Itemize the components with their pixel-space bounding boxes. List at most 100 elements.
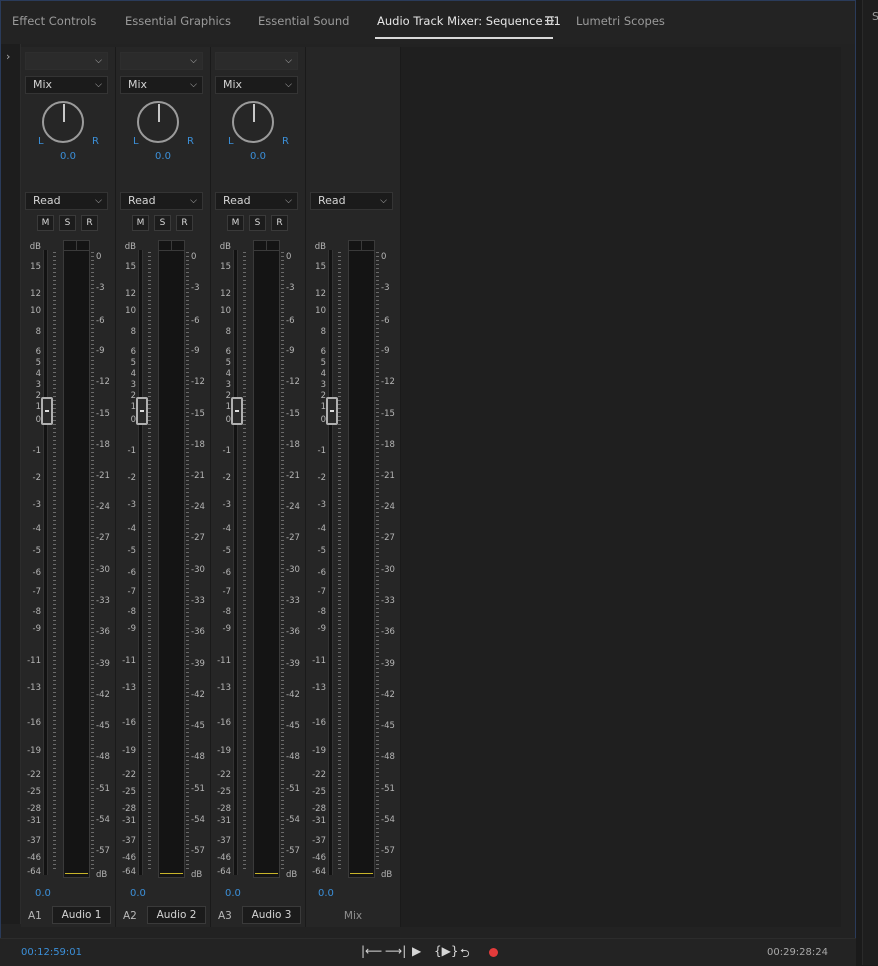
fader-scale-label: 5: [225, 358, 231, 368]
track-id: A1: [28, 910, 42, 922]
volume-fader-track[interactable]: [43, 250, 48, 875]
volume-value[interactable]: 0.0: [35, 888, 51, 899]
meter-scale-label: -39: [96, 659, 110, 669]
fader-scale-label: -1: [222, 446, 231, 456]
fader-scale-label: 8: [320, 327, 326, 337]
active-tab-indicator: [375, 37, 553, 39]
meter-scale-label: -27: [96, 533, 110, 543]
solo-button[interactable]: S: [249, 215, 266, 231]
track-name-field[interactable]: Audio 2: [147, 906, 206, 924]
volume-fader-track[interactable]: [328, 250, 333, 875]
volume-value[interactable]: 0.0: [130, 888, 146, 899]
fader-scale-label: -4: [317, 524, 326, 534]
fader-scale-label: -25: [27, 787, 41, 797]
fader-scale-label: 5: [35, 358, 41, 368]
volume-fader-handle[interactable]: [231, 397, 243, 425]
fader-ticks: [243, 252, 246, 872]
effects-expand-column: ›: [0, 44, 21, 924]
adjacent-panel-tab[interactable]: S: [872, 10, 878, 23]
current-timecode[interactable]: 00:12:59:01: [21, 947, 82, 958]
meter-scale-label: -18: [286, 440, 300, 450]
level-meter: [158, 240, 185, 878]
fader-scale-label: -19: [217, 746, 231, 756]
fader-scale-label: 4: [130, 369, 136, 379]
pan-knob[interactable]: [137, 101, 179, 143]
volume-fader-track[interactable]: [233, 250, 238, 875]
fader-scale-label: -31: [122, 816, 136, 826]
go-to-out-icon[interactable]: ⟶|: [385, 944, 406, 958]
fader-scale: dB 15 12 10 8 6 5 4 3 2 1 0 -1 -2 -3 -4 -5 -6 -7 -8 -9 -11 -13…: [306, 47, 328, 927]
meter-scale-label: -48: [191, 752, 205, 762]
volume-value[interactable]: 0.0: [318, 888, 334, 899]
fader-scale-label: 15: [315, 262, 326, 272]
volume-value[interactable]: 0.0: [225, 888, 241, 899]
meter-scale-label: -57: [381, 846, 395, 856]
fader-scale-label: -1: [317, 446, 326, 456]
sequence-duration: 00:29:28:24: [766, 947, 828, 958]
volume-fader-handle[interactable]: [136, 397, 148, 425]
fader-scale: dB 15 12 10 8 6 5 4 3 2 1 0 -1 -2 -3 -4 -5 -6 -7 -8 -9 -11 -13…: [21, 47, 43, 927]
volume-fader-track[interactable]: [138, 250, 143, 875]
meter-scale-label: -12: [191, 377, 205, 387]
fader-scale-label: -6: [127, 568, 136, 578]
volume-fader-handle[interactable]: [41, 397, 53, 425]
meter-scale-label: -30: [381, 565, 395, 575]
meter-scale-label: -51: [191, 784, 205, 794]
meter-level: [160, 873, 183, 874]
tab-essential-sound[interactable]: Essential Sound: [258, 14, 349, 28]
meter-scale-label: -15: [191, 409, 205, 419]
record-icon[interactable]: [489, 948, 498, 957]
meter-scale-label: -9: [381, 346, 390, 356]
go-to-in-icon[interactable]: |⟵: [361, 944, 382, 958]
solo-button[interactable]: S: [154, 215, 171, 231]
meter-scale-label: -9: [286, 346, 295, 356]
fader-scale-label: 3: [130, 380, 136, 390]
fader-scale-label: -25: [312, 787, 326, 797]
meter-level: [255, 873, 278, 874]
fader-scale-label: -7: [222, 587, 231, 597]
meter-scale-label: -54: [191, 815, 205, 825]
play-icon[interactable]: ▶: [412, 944, 421, 958]
meter-scale-label: -18: [381, 440, 395, 450]
tab-effect-controls[interactable]: Effect Controls: [12, 14, 96, 28]
track-name-field[interactable]: Audio 3: [242, 906, 301, 924]
fader-scale-label: -25: [217, 787, 231, 797]
tab-essential-graphics[interactable]: Essential Graphics: [125, 14, 231, 28]
solo-button[interactable]: S: [59, 215, 76, 231]
fader-scale-label: -2: [127, 473, 136, 483]
meter-scale-label: -48: [381, 752, 395, 762]
track-name-field[interactable]: Audio 1: [52, 906, 111, 924]
fader-scale-label: 4: [225, 369, 231, 379]
chevron-right-icon[interactable]: ›: [6, 50, 10, 63]
fader-scale-label: 12: [125, 289, 136, 299]
tab-lumetri-scopes[interactable]: Lumetri Scopes: [576, 14, 665, 28]
fader-scale-label: -64: [122, 867, 136, 877]
meter-scale-label: -3: [286, 283, 295, 293]
panel-menu-icon[interactable]: ☰: [544, 14, 555, 28]
meter-scale-label: -6: [96, 316, 105, 326]
meter-scale-label: -12: [381, 377, 395, 387]
loop-icon[interactable]: ⮌: [460, 944, 470, 965]
fader-scale-label: -28: [122, 804, 136, 814]
meter-scale-label: -39: [381, 659, 395, 669]
fader-scale-unit: dB: [219, 242, 231, 252]
play-in-to-out-icon[interactable]: {▶}: [434, 944, 459, 958]
fader-scale-label: -13: [217, 683, 231, 693]
tab-audio-track-mixer[interactable]: Audio Track Mixer: Sequence 01: [377, 14, 561, 28]
fader-scale-label: -6: [222, 568, 231, 578]
meter-scale-unit: dB: [381, 870, 393, 880]
pan-knob[interactable]: [232, 101, 274, 143]
fader-scale-label: 6: [320, 347, 326, 357]
meter-scale-label: -30: [191, 565, 205, 575]
master-strip: Read ⌵ dB 15 12 10 8 6 5 4 3 2 1 0 -1 -2 -3 -4 -5 -6 -7 -8 -9…: [306, 47, 401, 927]
fader-scale-label: -2: [222, 473, 231, 483]
fader-scale-label: -4: [32, 524, 41, 534]
pan-knob[interactable]: [42, 101, 84, 143]
meter-scale-label: -3: [381, 283, 390, 293]
meter-scale-label: 0: [286, 252, 292, 262]
fader-scale-label: 8: [35, 327, 41, 337]
meter-scale-label: -39: [286, 659, 300, 669]
volume-fader-handle[interactable]: [326, 397, 338, 425]
fader-scale-label: 6: [225, 347, 231, 357]
fader-scale-label: -3: [32, 500, 41, 510]
